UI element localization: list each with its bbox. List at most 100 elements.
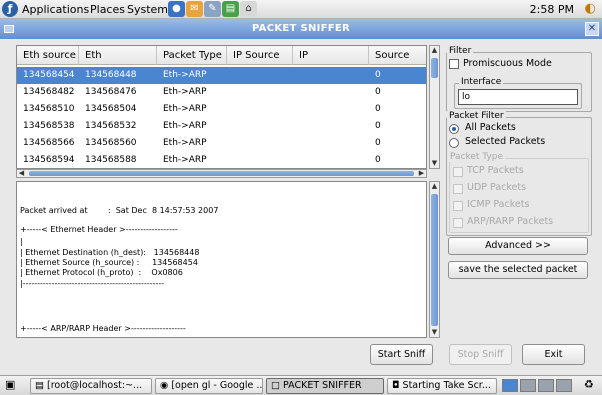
workspace-4[interactable]: [556, 379, 572, 392]
show-desktop-icon[interactable]: ▣: [5, 378, 15, 391]
selected-packets-label[interactable]: Selected Packets: [465, 136, 545, 147]
table-cell: 134568538: [23, 121, 75, 131]
top-panel: ƒ Applications Places System ● ✉ ✎ ▤ ⌂ 2…: [0, 0, 602, 19]
table-row[interactable]: 134568538 134568532 Eth->ARP 0: [17, 118, 426, 135]
table-horizontal-scrollbar[interactable]: ◀ ▶: [16, 169, 427, 178]
table-row[interactable]: 134568594 134568588 Eth->ARP 0: [17, 152, 426, 168]
packet-type-legend: Packet Type: [448, 152, 505, 162]
scroll-up-icon[interactable]: ▲: [430, 46, 439, 55]
all-packets-radio[interactable]: [449, 124, 459, 134]
clock[interactable]: 2:58 PM: [530, 3, 574, 16]
details-line: +-----< Ethernet Header >---------------…: [20, 225, 178, 234]
tcp-packets-checkbox[interactable]: [453, 167, 463, 177]
places-menu[interactable]: Places: [90, 3, 125, 16]
table-cell: 134568448: [85, 70, 137, 80]
gnome-foot-icon[interactable]: ƒ: [2, 1, 18, 17]
details-line: |---------------------------------------…: [20, 279, 165, 288]
icmp-packets-checkbox[interactable]: [453, 201, 463, 211]
packet-filter-legend: Packet Filter: [447, 111, 506, 121]
browser-launcher-icon[interactable]: ●: [168, 1, 185, 17]
table-cell: 134568504: [85, 104, 137, 114]
office-launcher-icon[interactable]: ▤: [222, 1, 239, 17]
table-cell: 134568476: [85, 87, 137, 97]
system-menu[interactable]: System: [127, 3, 168, 16]
promiscuous-checkbox[interactable]: [449, 59, 459, 69]
arp-rarp-packets-label: ARP/RARP Packets: [467, 216, 554, 227]
filter-legend: Filter: [447, 46, 474, 56]
table-cell: [293, 101, 299, 118]
terminal-launcher-icon[interactable]: ⌂: [240, 1, 257, 17]
start-sniff-button[interactable]: Start Sniff: [370, 344, 433, 365]
column-header[interactable]: Source Port: [369, 46, 426, 80]
tcp-packets-label: TCP Packets: [467, 165, 524, 176]
volume-icon[interactable]: ◐: [585, 1, 596, 16]
udp-packets-checkbox[interactable]: [453, 184, 463, 194]
advanced-button[interactable]: Advanced >>: [448, 237, 588, 255]
table-vertical-scrollbar[interactable]: ▲ ▼: [429, 45, 440, 169]
scroll-down-icon[interactable]: ▼: [430, 159, 439, 168]
table-cell: 134568532: [85, 121, 137, 131]
details-line: | Ethernet Source (h_source) : 134568454: [20, 258, 198, 267]
task-terminal[interactable]: ▤ [root@localhost:~...: [30, 378, 152, 394]
table-cell: [227, 135, 233, 152]
scroll-up-icon[interactable]: ▲: [430, 182, 439, 191]
close-icon[interactable]: ✕: [585, 22, 599, 36]
editor-launcher-icon[interactable]: ✎: [204, 1, 221, 17]
table-row[interactable]: 134568454 134568448 Eth->ARP 0: [17, 67, 426, 84]
interface-input[interactable]: lo: [458, 89, 578, 105]
save-selected-packet-button[interactable]: save the selected packet: [448, 261, 588, 279]
applications-menu[interactable]: Applications: [22, 3, 89, 16]
table-cell: Eth->ARP: [163, 104, 207, 114]
packet-details-text[interactable]: Packet arrived at : Sat Dec 8 14:57:53 2…: [16, 181, 427, 338]
selected-packets-radio[interactable]: [449, 138, 459, 148]
workspace-1[interactable]: [502, 379, 518, 392]
table-cell: 0: [375, 87, 381, 97]
scroll-thumb[interactable]: [431, 194, 438, 326]
column-header[interactable]: Eth Destination: [79, 46, 157, 80]
scroll-left-icon[interactable]: ◀: [17, 169, 26, 178]
packet-table[interactable]: Eth source Eth Destination Packet Type I…: [16, 45, 427, 169]
arp-rarp-packets-checkbox[interactable]: [453, 218, 463, 228]
column-header[interactable]: Eth source: [17, 46, 79, 65]
browser-icon: ◉: [160, 380, 172, 391]
exit-button[interactable]: Exit: [522, 344, 585, 365]
table-cell: [293, 84, 299, 101]
task-screenshot[interactable]: ◘ Starting Take Scr...: [387, 378, 497, 394]
task-label: [open gl - Google ...: [171, 380, 263, 391]
udp-packets-label: UDP Packets: [467, 182, 527, 193]
mail-launcher-icon[interactable]: ✉: [186, 1, 203, 17]
table-cell: [227, 67, 233, 84]
promiscuous-label[interactable]: Promiscuous Mode: [463, 58, 552, 69]
task-browser[interactable]: ◉ [open gl - Google ...: [155, 378, 263, 394]
table-row[interactable]: 134568566 134568560 Eth->ARP 0: [17, 135, 426, 152]
details-line: | Ethernet Protocol (h_proto) : Ox0806: [20, 268, 183, 277]
table-cell: 134568560: [85, 138, 137, 148]
task-packet-sniffer[interactable]: □ PACKET SNIFFER: [266, 378, 384, 394]
table-cell: [227, 118, 233, 135]
table-cell: [293, 152, 299, 168]
all-packets-label[interactable]: All Packets: [465, 122, 516, 133]
table-row[interactable]: 134568510 134568504 Eth->ARP 0: [17, 101, 426, 118]
column-header[interactable]: IP Destination: [293, 46, 369, 80]
column-header[interactable]: IP Source: [227, 46, 293, 65]
trash-icon[interactable]: ♻: [584, 378, 594, 391]
scroll-thumb[interactable]: [431, 58, 438, 78]
scroll-down-icon[interactable]: ▼: [430, 328, 439, 337]
table-cell: 0: [375, 104, 381, 114]
details-vertical-scrollbar[interactable]: ▲ ▼: [429, 181, 440, 338]
interface-legend: Interface: [459, 77, 504, 87]
table-cell: 0: [375, 121, 381, 131]
column-header[interactable]: Packet Type: [157, 46, 227, 65]
workspace-2[interactable]: [520, 379, 536, 392]
workspace-3[interactable]: [538, 379, 554, 392]
window-titlebar[interactable]: PACKET SNIFFER ✕: [0, 19, 602, 39]
table-row[interactable]: 134568482 134568476 Eth->ARP 0: [17, 84, 426, 101]
scroll-right-icon[interactable]: ▶: [417, 169, 426, 178]
stop-sniff-button[interactable]: Stop Sniff: [449, 344, 512, 365]
table-cell: Eth->ARP: [163, 138, 207, 148]
table-header: Eth source Eth Destination Packet Type I…: [17, 46, 426, 80]
task-label: PACKET SNIFFER: [283, 380, 362, 391]
task-label: [root@localhost:~...: [47, 380, 143, 391]
table-cell: 134568594: [23, 155, 75, 165]
scroll-thumb[interactable]: [29, 171, 414, 176]
